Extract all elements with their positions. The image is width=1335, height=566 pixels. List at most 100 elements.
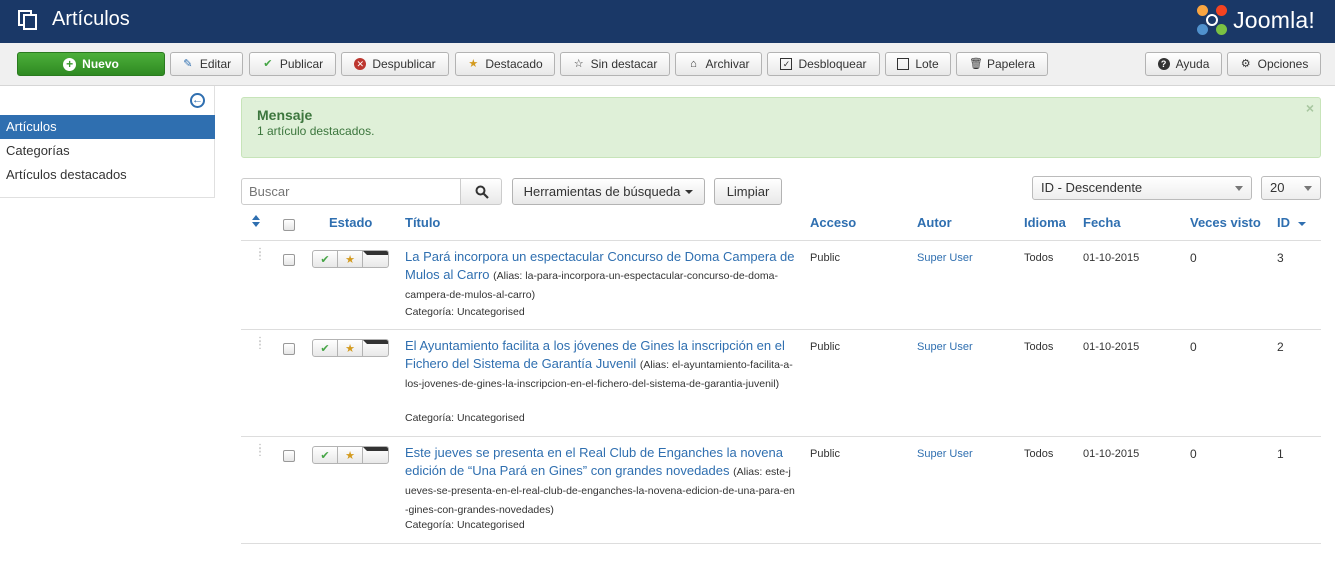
- check-all-checkbox[interactable]: [283, 219, 295, 231]
- page-title: Artículos: [52, 8, 130, 30]
- check-icon: ✔: [263, 58, 273, 70]
- article-title: El Ayuntamiento facilita a los jóvenes d…: [405, 337, 795, 393]
- article-access: Public: [810, 252, 840, 264]
- article-date: 01-10-2015: [1083, 341, 1140, 353]
- actions-dropdown-icon[interactable]: [363, 251, 388, 267]
- column-header-access[interactable]: Acceso: [810, 215, 856, 230]
- batch-icon: [897, 58, 910, 70]
- feature-button[interactable]: ★ Destacado: [455, 52, 555, 76]
- row-checkbox[interactable]: [283, 343, 295, 355]
- sidebar: ← Artículos Categorías Artículos destaca…: [0, 86, 215, 198]
- article-title-link[interactable]: Este jueves se presenta en el Real Club …: [405, 445, 783, 478]
- sort-ordering-icon[interactable]: [251, 214, 261, 231]
- column-header-hits[interactable]: Veces visto: [1190, 215, 1261, 230]
- article-id: 1: [1277, 447, 1284, 461]
- new-button[interactable]: + Nuevo: [17, 52, 165, 76]
- caret-down-icon: [685, 189, 694, 194]
- edit-button[interactable]: ✎ Editar: [170, 52, 243, 76]
- published-check-icon[interactable]: ✔: [313, 447, 338, 463]
- article-category: Categoría: Uncategorised: [405, 519, 525, 531]
- article-date: 01-10-2015: [1083, 252, 1140, 264]
- column-header-id[interactable]: ID: [1277, 215, 1306, 230]
- dropdown-arrow-icon: [1304, 186, 1312, 191]
- table-row: ⋮ ⋮ ✔ ★ La Pará incorpora un espectacular…: [241, 241, 1321, 330]
- message-heading: Mensaje: [257, 107, 313, 123]
- star-empty-icon: ☆: [573, 58, 584, 70]
- joomla-logo-icon: [1197, 5, 1228, 35]
- article-hits: 0: [1190, 251, 1197, 265]
- drag-handle-icon[interactable]: ⋮ ⋮: [255, 248, 265, 262]
- sort-desc-icon: [1297, 221, 1306, 226]
- dropdown-arrow-icon: [1235, 186, 1243, 191]
- article-id: 2: [1277, 340, 1284, 354]
- article-category: Categoría: Uncategorised: [405, 306, 525, 318]
- article-language: Todos: [1024, 252, 1054, 264]
- search-button[interactable]: [460, 178, 502, 205]
- actions-dropdown-icon[interactable]: [363, 340, 388, 356]
- row-checkbox[interactable]: [283, 254, 295, 266]
- article-author-link[interactable]: Super User: [917, 448, 973, 460]
- status-toggle-group[interactable]: ✔ ★: [312, 250, 389, 268]
- drag-handle-icon[interactable]: ⋮ ⋮: [255, 444, 265, 458]
- search-input[interactable]: [241, 178, 461, 205]
- featured-star-icon[interactable]: ★: [338, 340, 363, 356]
- checkbox-icon: ✓: [780, 58, 793, 70]
- unpublish-icon: ✕: [354, 58, 367, 70]
- gear-icon: ⚙: [1240, 58, 1251, 70]
- unfeature-button[interactable]: ☆ Sin destacar: [560, 52, 670, 76]
- article-language: Todos: [1024, 341, 1054, 353]
- trash-icon: 🗑: [968, 58, 983, 70]
- article-date: 01-10-2015: [1083, 448, 1140, 460]
- sidebar-item-categories[interactable]: Categorías: [0, 139, 215, 163]
- featured-star-icon[interactable]: ★: [338, 251, 363, 267]
- success-message: Mensaje 1 artículo destacados. ×: [241, 97, 1321, 158]
- sidebar-item-featured[interactable]: Artículos destacados: [0, 163, 215, 187]
- toolbar: + Nuevo ✎ Editar ✔ Publicar ✕ Despublica…: [0, 43, 1335, 86]
- joomla-wordmark: Joomla!: [1233, 6, 1315, 33]
- archive-button[interactable]: ⌂ Archivar: [675, 52, 762, 76]
- column-header-language[interactable]: Idioma: [1024, 215, 1066, 230]
- article-id: 3: [1277, 251, 1284, 265]
- row-checkbox[interactable]: [283, 450, 295, 462]
- search-tools-button[interactable]: Herramientas de búsqueda: [512, 178, 705, 205]
- published-check-icon[interactable]: ✔: [313, 251, 338, 267]
- column-header-author[interactable]: Autor: [917, 215, 952, 230]
- article-title: Este jueves se presenta en el Real Club …: [405, 444, 795, 519]
- article-access: Public: [810, 448, 840, 460]
- joomla-logo: Joomla!: [1197, 2, 1315, 38]
- column-header-date[interactable]: Fecha: [1083, 215, 1121, 230]
- column-header-status[interactable]: Estado: [329, 215, 372, 230]
- article-access: Public: [810, 341, 840, 353]
- published-check-icon[interactable]: ✔: [313, 340, 338, 356]
- unpublish-button[interactable]: ✕ Despublicar: [341, 52, 449, 76]
- article-author-link[interactable]: Super User: [917, 341, 973, 353]
- drag-handle-icon[interactable]: ⋮ ⋮: [255, 337, 265, 351]
- article-title: La Pará incorpora un espectacular Concur…: [405, 248, 795, 304]
- column-header-title[interactable]: Título: [405, 215, 440, 230]
- article-category: Categoría: Uncategorised: [405, 412, 525, 424]
- trash-button[interactable]: 🗑 Papelera: [956, 52, 1048, 76]
- clear-button[interactable]: Limpiar: [714, 178, 782, 205]
- status-toggle-group[interactable]: ✔ ★: [312, 339, 389, 357]
- article-hits: 0: [1190, 340, 1197, 354]
- limit-select[interactable]: 20: [1261, 176, 1321, 200]
- status-toggle-group[interactable]: ✔ ★: [312, 446, 389, 464]
- featured-star-icon[interactable]: ★: [338, 447, 363, 463]
- help-button[interactable]: ? Ayuda: [1145, 52, 1222, 76]
- close-icon[interactable]: ×: [1306, 100, 1314, 116]
- ordering-select[interactable]: ID - Descendente: [1032, 176, 1252, 200]
- table-row: ⋮ ⋮ ✔ ★ Este jueves se presenta en el Rea…: [241, 437, 1321, 544]
- article-author-link[interactable]: Super User: [917, 252, 973, 264]
- plus-icon: +: [63, 57, 77, 71]
- sidebar-item-articles[interactable]: Artículos: [0, 115, 215, 139]
- options-button[interactable]: ⚙ Opciones: [1227, 52, 1321, 76]
- table-row: ⋮ ⋮ ✔ ★ El Ayuntamiento facilita a los jó…: [241, 330, 1321, 437]
- collapse-sidebar-icon[interactable]: ←: [190, 93, 205, 108]
- actions-dropdown-icon[interactable]: [363, 447, 388, 463]
- checkin-button[interactable]: ✓ Desbloquear: [767, 52, 880, 76]
- article-hits: 0: [1190, 447, 1197, 461]
- archive-icon: ⌂: [690, 58, 697, 70]
- batch-button[interactable]: Lote: [885, 52, 951, 76]
- question-icon: ?: [1157, 58, 1170, 70]
- publish-button[interactable]: ✔ Publicar: [249, 52, 336, 76]
